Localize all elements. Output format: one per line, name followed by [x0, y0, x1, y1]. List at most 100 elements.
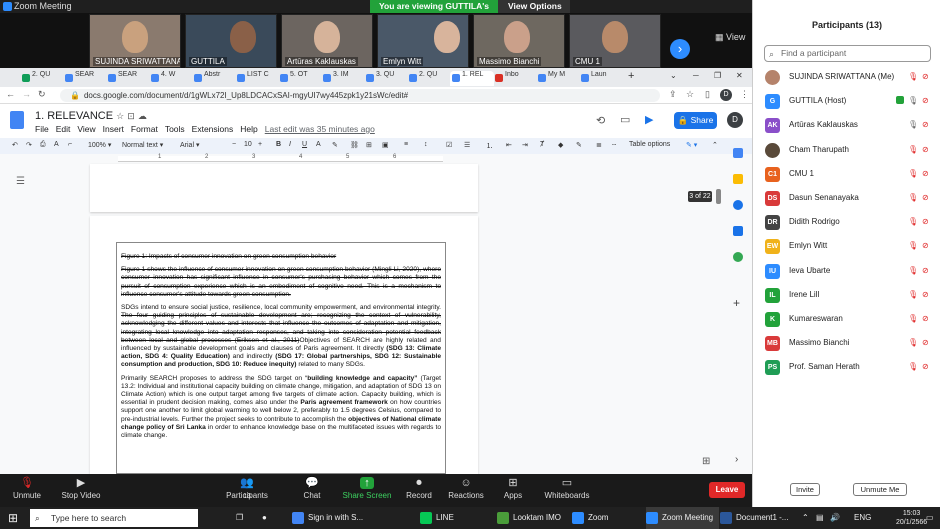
notification-icon[interactable]: ▭: [926, 507, 934, 529]
video-tile[interactable]: Massimo Bianchi: [473, 14, 565, 68]
participant-row[interactable]: G GUTTILA (Host) 🎙 ⊘: [765, 91, 935, 111]
windows-start-icon[interactable]: ⊞: [8, 507, 18, 529]
font-select[interactable]: Arial ▾: [180, 141, 199, 149]
participants-button[interactable]: 👥13 Participants: [222, 477, 272, 500]
maximize-icon[interactable]: ❐: [714, 71, 721, 80]
share-page-icon[interactable]: ⇪: [669, 89, 677, 100]
new-tab-icon[interactable]: +: [628, 70, 634, 82]
decrease-indent-icon[interactable]: ⇤: [506, 141, 512, 149]
whiteboards-button[interactable]: ▭ Whiteboards: [541, 477, 593, 500]
chat-button[interactable]: 💬 Chat: [287, 477, 337, 500]
record-button[interactable]: ⏺ Record: [394, 477, 444, 500]
history-icon[interactable]: ⟲: [596, 114, 605, 127]
tasks-icon[interactable]: [733, 200, 743, 210]
view-button[interactable]: ▦ View: [715, 32, 745, 43]
video-tile[interactable]: Emlyn Witt: [377, 14, 469, 68]
decrease-size-icon[interactable]: −: [232, 141, 236, 148]
table-options-button[interactable]: Table options: [629, 141, 670, 148]
video-tile[interactable]: SUJINDA SRIWATTANA: [89, 14, 181, 68]
participant-search-input[interactable]: ⌕ Find a participant: [764, 45, 931, 62]
tab-search-icon[interactable]: ⌄: [670, 71, 677, 80]
increase-size-icon[interactable]: +: [258, 141, 262, 148]
menu-help[interactable]: Help: [240, 124, 257, 134]
participant-row[interactable]: DR Didith Rodrigo 🎙 ⊘: [765, 212, 935, 232]
tab-13[interactable]: My M: [536, 71, 578, 86]
link-icon[interactable]: ⛓: [350, 141, 359, 149]
forward-icon[interactable]: →: [22, 89, 31, 99]
zoom-select[interactable]: 100% ▾: [88, 141, 111, 149]
video-tile[interactable]: Artūras Kaklauskas: [281, 14, 373, 68]
menu-edit[interactable]: Edit: [56, 124, 71, 134]
border-width-icon[interactable]: ≣: [596, 141, 602, 149]
checklist-icon[interactable]: ☑: [446, 141, 452, 149]
bold-icon[interactable]: B: [276, 141, 281, 148]
task-view-icon[interactable]: ❐: [236, 507, 243, 529]
participant-row[interactable]: IL Irene Lill 🎙 ⊘: [765, 285, 935, 305]
increase-indent-icon[interactable]: ⇥: [522, 141, 528, 149]
outline-icon[interactable]: ☰: [16, 176, 25, 187]
tab-3[interactable]: SEAR: [106, 71, 148, 86]
taskbar-app[interactable]: Sign in with S...: [292, 507, 363, 529]
tab-2[interactable]: SEAR: [63, 71, 105, 86]
tray-chevron-icon[interactable]: ⌃: [802, 507, 809, 529]
participant-row[interactable]: DS Dasun Senanayaka 🎙 ⊘: [765, 188, 935, 208]
tab-1[interactable]: 2. QU: [20, 71, 62, 86]
next-page-arrow-icon[interactable]: ›: [670, 39, 690, 59]
print-icon[interactable]: ⎙: [40, 141, 46, 149]
unmute-me-button[interactable]: Unmute Me: [853, 483, 907, 496]
reactions-button[interactable]: ☺ Reactions: [441, 477, 491, 500]
taskbar-app[interactable]: Looktam IMO: [497, 507, 561, 529]
document-page[interactable]: Figure 1: Impacts of consumer innovation…: [90, 216, 478, 474]
document-title[interactable]: 1. RELEVANCE ☆ ⊡ ☁: [35, 110, 147, 122]
participant-row[interactable]: K Kumareswaran 🎙 ⊘: [765, 309, 935, 329]
editing-mode-icon[interactable]: ✎ ▾: [686, 141, 697, 149]
participant-row[interactable]: AK Artūras Kaklauskas 🎙 ⊘: [765, 115, 935, 135]
back-icon[interactable]: ←: [6, 89, 15, 99]
language-indicator[interactable]: ENG: [854, 507, 871, 529]
font-size-field[interactable]: 10: [244, 141, 252, 148]
menu-extensions[interactable]: Extensions: [192, 124, 234, 134]
menu-file[interactable]: File: [35, 124, 49, 134]
add-comment-icon[interactable]: ⊞: [366, 141, 372, 149]
image-icon[interactable]: ▣: [382, 141, 389, 149]
clear-format-icon[interactable]: Ⱦ: [540, 141, 544, 148]
profile-avatar[interactable]: D: [720, 89, 732, 101]
menu-tools[interactable]: Tools: [165, 124, 185, 134]
video-tile[interactable]: GUTTILA: [185, 14, 277, 68]
participant-row[interactable]: PS Prof. Saman Herath 🎙 ⊘: [765, 357, 935, 377]
tab-10[interactable]: 2. QU: [407, 71, 449, 86]
more-menu-icon[interactable]: ⋮: [740, 89, 749, 100]
align-icon[interactable]: ≡: [404, 141, 408, 148]
reload-icon[interactable]: ↻: [38, 89, 46, 100]
comment-icon[interactable]: ▭: [620, 113, 630, 126]
tab-12[interactable]: Inbo: [493, 71, 535, 86]
participant-row[interactable]: MB Massimo Bianchi 🎙 ⊘: [765, 333, 935, 353]
border-dash-icon[interactable]: ┄: [612, 141, 616, 149]
participant-row[interactable]: EW Emlyn Witt 🎙 ⊘: [765, 236, 935, 256]
tab-8[interactable]: 3. IM: [321, 71, 363, 86]
menu-view[interactable]: View: [77, 124, 95, 134]
clock[interactable]: 15:03 20/1/2566: [896, 509, 927, 527]
close-icon[interactable]: ✕: [736, 71, 743, 80]
fill-color-icon[interactable]: ◆: [558, 141, 563, 149]
participant-row[interactable]: IU Ieva Ubarte 🎙 ⊘: [765, 261, 935, 281]
line-spacing-icon[interactable]: ↕: [424, 141, 428, 148]
docs-logo-icon[interactable]: [10, 111, 24, 129]
tab-11[interactable]: 1. REL: [450, 71, 494, 86]
collapse-menus-icon[interactable]: ⌃: [712, 141, 718, 149]
tab-14[interactable]: Laun: [579, 71, 621, 86]
tab-9[interactable]: 3. QU: [364, 71, 406, 86]
border-color-icon[interactable]: ✎: [576, 141, 582, 149]
redo-icon[interactable]: ↷: [26, 141, 32, 149]
explore-icon[interactable]: ⊞: [702, 456, 710, 467]
text-color-icon[interactable]: A: [316, 141, 321, 148]
tab-7[interactable]: 5. OT: [278, 71, 320, 86]
firefox-icon[interactable]: ●: [262, 507, 267, 529]
expand-panel-icon[interactable]: ›: [735, 454, 738, 465]
bulleted-list-icon[interactable]: ☰: [464, 141, 470, 149]
tab-6[interactable]: LIST C: [235, 71, 277, 86]
scrollbar[interactable]: [716, 189, 721, 204]
numbered-list-icon[interactable]: ⒈: [486, 141, 493, 151]
minimize-icon[interactable]: ─: [693, 71, 699, 80]
keep-icon[interactable]: [733, 174, 743, 184]
